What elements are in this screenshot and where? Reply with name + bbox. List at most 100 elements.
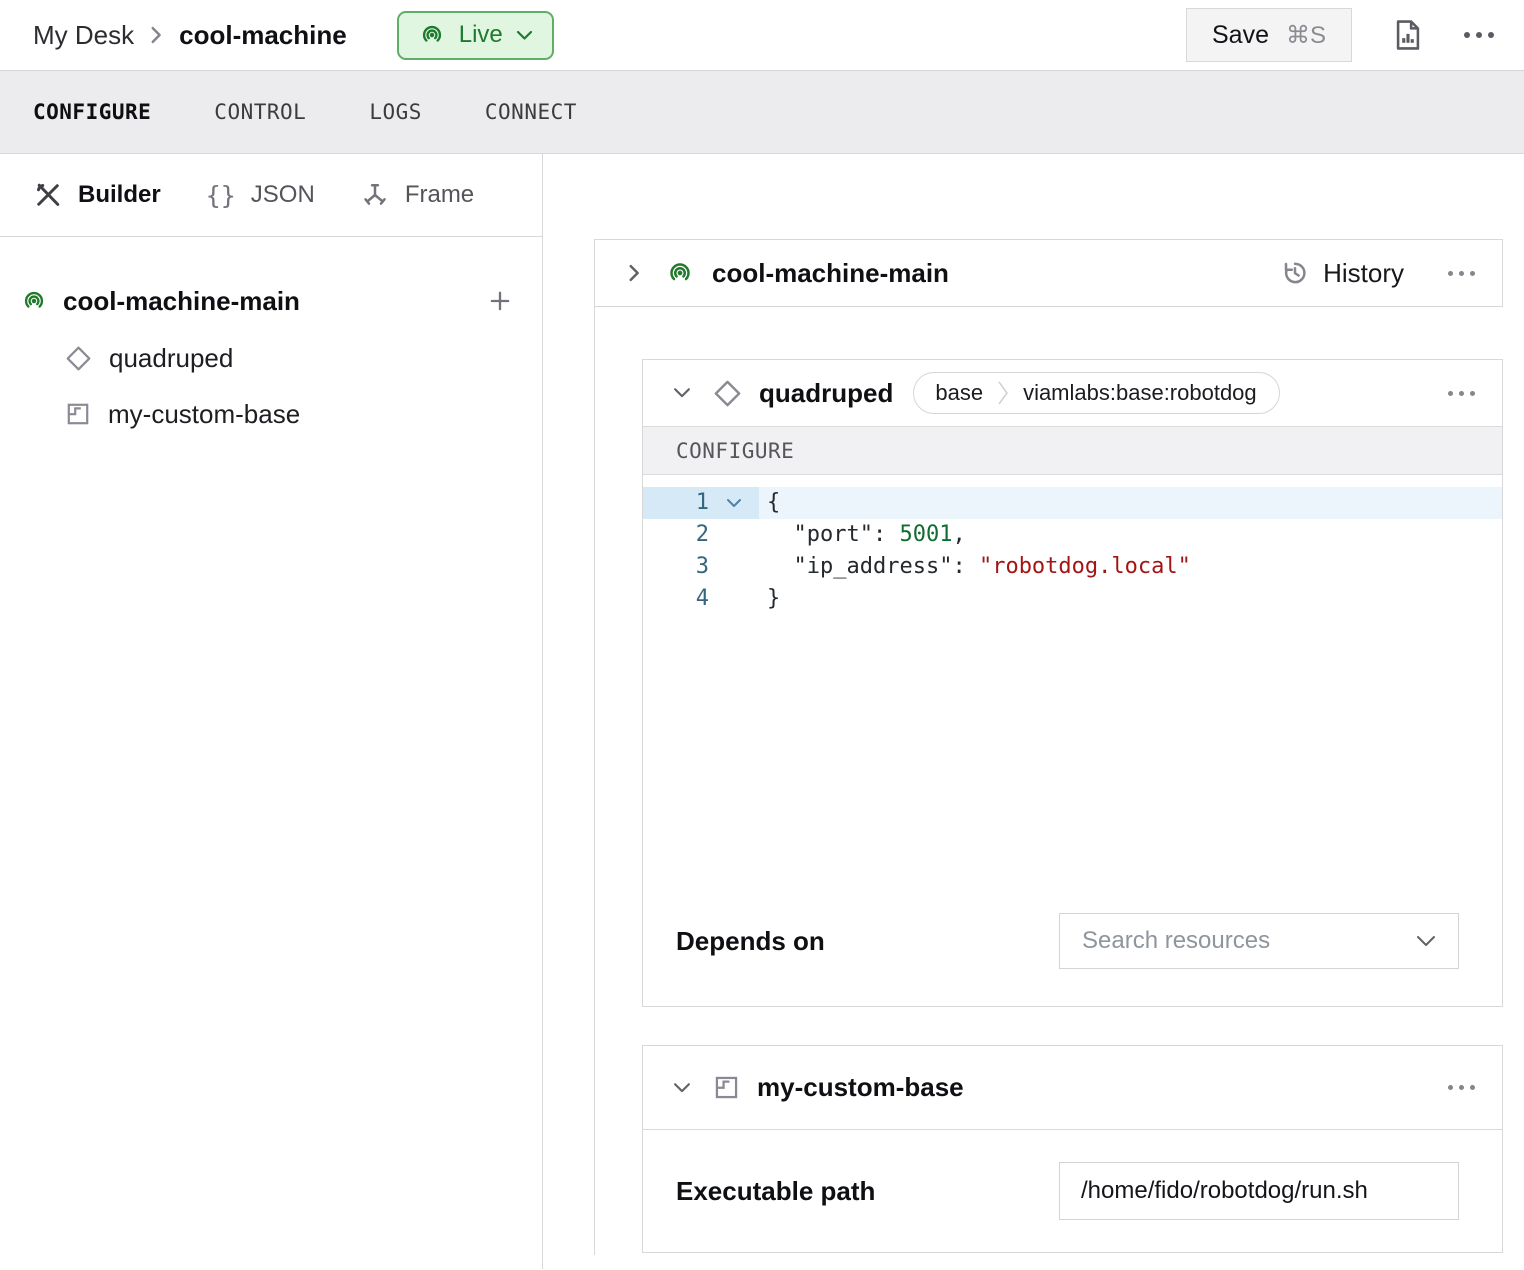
resource-tree: cool-machine-main quadruped my-custom-ba… — [0, 237, 542, 442]
main-panel: cool-machine-main History — [543, 154, 1524, 1269]
live-label: Live — [459, 21, 503, 49]
content: Builder {} JSON Frame — [0, 154, 1524, 1269]
header-overflow-menu-button[interactable] — [1464, 32, 1494, 38]
mode-json-label: JSON — [251, 181, 315, 209]
code-text: { — [759, 487, 1502, 519]
code-text: "port": 5001, — [759, 519, 1502, 551]
quadruped-card-menu-button[interactable] — [1448, 391, 1475, 396]
file-chart-icon — [1392, 18, 1424, 52]
header-actions: Save ⌘S — [1186, 8, 1494, 62]
line-number: 4 — [643, 583, 709, 615]
tools-icon — [33, 180, 63, 210]
machine-broadcast-icon — [665, 258, 695, 288]
my-custom-base-collapse-button[interactable] — [670, 1082, 694, 1094]
executable-path-row: Executable path — [643, 1130, 1502, 1252]
badge-type: base — [914, 380, 997, 406]
depends-on-select[interactable]: Search resources — [1059, 913, 1459, 969]
mode-builder[interactable]: Builder — [33, 180, 161, 210]
executable-path-input[interactable] — [1059, 1162, 1459, 1220]
app-header: My Desk cool-machine Live Save ⌘S — [0, 0, 1524, 71]
tab-configure[interactable]: CONFIGURE — [33, 100, 151, 124]
breadcrumb-current: cool-machine — [179, 20, 347, 51]
tree-item-my-custom-base[interactable]: my-custom-base — [20, 386, 514, 442]
machine-card-menu-button[interactable] — [1448, 271, 1475, 276]
quadruped-collapse-button[interactable] — [670, 387, 694, 399]
fold-spacer — [709, 583, 759, 615]
module-icon — [713, 1074, 740, 1101]
tree-item-machine[interactable]: cool-machine-main — [20, 272, 514, 330]
machine-card-title: cool-machine-main — [712, 258, 949, 289]
line-number: 1 — [643, 487, 709, 519]
badge-model: viamlabs:base:robotdog — [1009, 380, 1279, 406]
code-text: } — [759, 583, 1502, 615]
machine-broadcast-icon — [20, 287, 48, 315]
executable-path-label: Executable path — [676, 1176, 875, 1207]
tab-logs[interactable]: LOGS — [369, 100, 422, 124]
sidebar-mode-tabs: Builder {} JSON Frame — [0, 154, 542, 237]
live-broadcast-icon — [418, 21, 446, 49]
line-number: 3 — [643, 551, 709, 583]
chevron-down-icon — [516, 30, 533, 41]
tree-item-quadruped-label: quadruped — [109, 343, 233, 374]
fold-chevron-icon[interactable] — [709, 487, 759, 519]
quadruped-card-title: quadruped — [759, 378, 893, 409]
breadcrumb-separator-icon — [150, 25, 163, 45]
braces-icon: {} — [206, 181, 236, 210]
json-attributes-editor[interactable]: 1{2 "port": 5001,3 "ip_address": "robotd… — [643, 475, 1502, 615]
add-component-button[interactable] — [486, 287, 514, 315]
code-line[interactable]: 1{ — [643, 487, 1502, 519]
ellipsis-icon — [1464, 32, 1494, 38]
code-lines: 1{2 "port": 5001,3 "ip_address": "robotd… — [643, 487, 1502, 615]
chevron-right-icon — [628, 263, 641, 283]
component-diamond-icon — [713, 379, 742, 408]
ellipsis-icon — [1448, 391, 1475, 396]
ellipsis-icon — [1448, 271, 1475, 276]
chevron-down-icon — [673, 387, 691, 399]
save-button[interactable]: Save ⌘S — [1186, 8, 1352, 62]
frame-axes-icon — [360, 180, 390, 210]
module-icon — [65, 401, 91, 427]
quadruped-card: quadruped base viamlabs:base:robotdog CO… — [642, 359, 1503, 1007]
code-line[interactable]: 3 "ip_address": "robotdog.local" — [643, 551, 1502, 583]
machine-report-button[interactable] — [1392, 18, 1424, 52]
mode-json[interactable]: {} JSON — [206, 181, 315, 210]
component-diamond-icon — [65, 345, 92, 372]
tab-control[interactable]: CONTROL — [214, 100, 306, 124]
my-custom-base-card: my-custom-base Executable path — [642, 1045, 1503, 1253]
tree-item-my-custom-base-label: my-custom-base — [108, 399, 300, 430]
quadruped-card-header: quadruped base viamlabs:base:robotdog — [643, 360, 1502, 426]
code-line[interactable]: 2 "port": 5001, — [643, 519, 1502, 551]
sidebar: Builder {} JSON Frame — [0, 154, 543, 1269]
code-line[interactable]: 4} — [643, 583, 1502, 615]
machine-card: cool-machine-main History — [594, 239, 1503, 307]
main-tabbar: CONFIGURE CONTROL LOGS CONNECT — [0, 71, 1524, 154]
ellipsis-icon — [1448, 1085, 1475, 1090]
editor-section-label: CONFIGURE — [643, 426, 1502, 475]
breadcrumb: My Desk cool-machine — [33, 20, 347, 51]
machine-status-dropdown[interactable]: Live — [397, 11, 554, 60]
my-custom-base-card-header: my-custom-base — [643, 1046, 1502, 1130]
depends-on-row: Depends on Search resources — [676, 912, 1459, 970]
my-custom-base-card-title: my-custom-base — [757, 1072, 964, 1103]
depends-on-placeholder: Search resources — [1082, 927, 1270, 955]
badge-separator-icon — [997, 378, 1009, 408]
fold-spacer — [709, 519, 759, 551]
machine-card-expand-button[interactable] — [622, 263, 646, 283]
my-custom-base-menu-button[interactable] — [1448, 1085, 1475, 1090]
tree-item-quadruped[interactable]: quadruped — [20, 330, 514, 386]
chevron-down-icon — [673, 1082, 691, 1094]
code-text: "ip_address": "robotdog.local" — [759, 551, 1502, 583]
tab-connect[interactable]: CONNECT — [485, 100, 577, 124]
mode-frame-label: Frame — [405, 181, 474, 209]
line-number: 2 — [643, 519, 709, 551]
save-label: Save — [1212, 21, 1269, 50]
component-type-badge: base viamlabs:base:robotdog — [913, 372, 1279, 414]
breadcrumb-parent[interactable]: My Desk — [33, 20, 134, 51]
history-button[interactable]: History — [1274, 257, 1410, 290]
chevron-down-icon — [1416, 935, 1436, 947]
fold-spacer — [709, 551, 759, 583]
tree-item-machine-label: cool-machine-main — [63, 286, 300, 317]
history-icon — [1280, 258, 1310, 288]
mode-frame[interactable]: Frame — [360, 180, 474, 210]
save-shortcut: ⌘S — [1286, 21, 1326, 50]
